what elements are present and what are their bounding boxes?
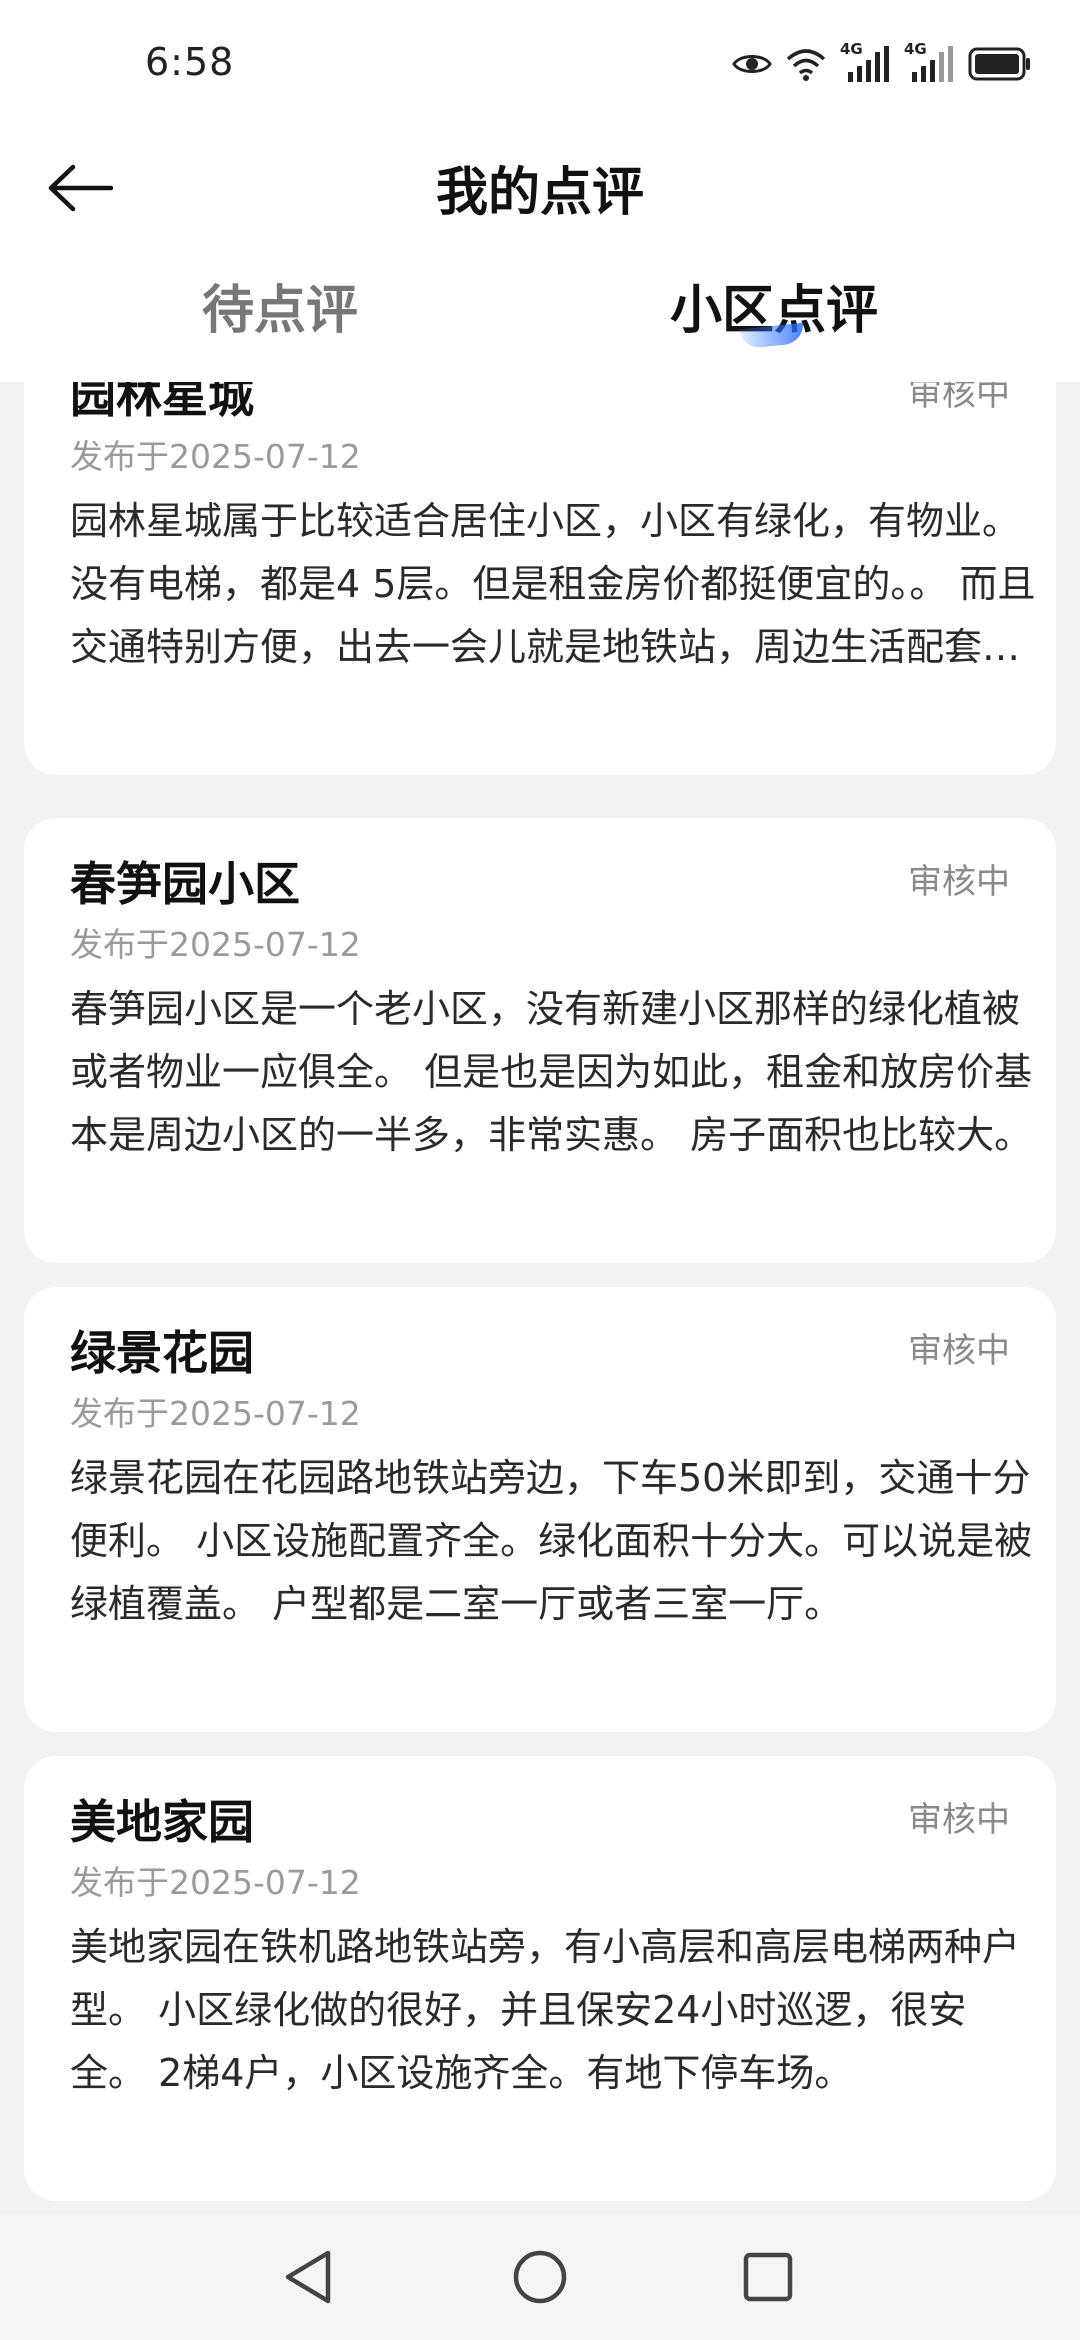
review-card[interactable]: 美地家园 审核中 发布于2025-07-12 美地家园在铁机路地铁站旁，有小高层…: [24, 1756, 1056, 2201]
app-header: 6:58 4G 4G 我的点评 待点评 小区点评: [0, 0, 1080, 382]
review-content: 绿景花园在花园路地铁站旁边，下车50米即到，交通十分便利。 小区设施配置齐全。绿…: [70, 1456, 1033, 1626]
status-time: 6:58: [145, 40, 235, 84]
publish-date: 发布于2025-07-12: [70, 437, 361, 476]
review-card[interactable]: 春笋园小区 审核中 发布于2025-07-12 春笋园小区是一个老小区，没有新建…: [24, 818, 1056, 1263]
status-icons: 4G 4G: [732, 40, 1032, 84]
battery-icon: [968, 47, 1032, 81]
signal-icon-sim1: 4G: [840, 40, 890, 82]
nav-recent-apps-button[interactable]: [728, 2237, 808, 2317]
network-type-label-1: 4G: [840, 40, 863, 58]
page-title: 我的点评: [435, 163, 644, 223]
signal-icon-sim2: 4G: [904, 40, 954, 82]
eye-icon: [732, 50, 772, 78]
status-bar: 6:58 4G 4G: [0, 0, 1080, 130]
community-name: 美地家园: [70, 1795, 254, 1849]
nav-bar: 我的点评: [0, 130, 1080, 240]
review-content: 美地家园在铁机路地铁站旁，有小高层和高层电梯两种户型。 小区绿化做的很好，并且保…: [70, 1925, 1021, 2095]
publish-date: 发布于2025-07-12: [70, 1394, 361, 1433]
circle-home-icon: [513, 2250, 567, 2304]
review-card[interactable]: 绿景花园 审核中 发布于2025-07-12 绿景花园在花园路地铁站旁边，下车5…: [24, 1287, 1056, 1732]
community-name: 绿景花园: [70, 1326, 254, 1380]
publish-date: 发布于2025-07-12: [70, 925, 361, 964]
publish-date: 发布于2025-07-12: [70, 1863, 361, 1902]
review-status: 审核中: [908, 862, 1010, 902]
nav-back-button[interactable]: [268, 2237, 348, 2317]
triangle-back-icon: [285, 2250, 331, 2304]
tab-pending-review[interactable]: 待点评: [10, 268, 550, 343]
wifi-icon: [786, 47, 826, 81]
review-tabs: 待点评 小区点评: [0, 268, 1080, 368]
review-status: 审核中: [908, 1331, 1010, 1371]
square-recents-icon: [743, 2252, 793, 2302]
system-navigation-bar: [0, 2215, 1080, 2340]
network-type-label-2: 4G: [904, 40, 927, 58]
nav-home-button[interactable]: [500, 2237, 580, 2317]
review-content: 春笋园小区是一个老小区，没有新建小区那样的绿化植被或者物业一应俱全。 但是也是因…: [70, 987, 1033, 1157]
review-status: 审核中: [908, 1800, 1010, 1840]
review-content: 园林星城属于比较适合居住小区，小区有绿化，有物业。 没有电梯，都是4 5层。但是…: [70, 499, 1036, 669]
review-card[interactable]: 园林星城 审核中 发布于2025-07-12 园林星城属于比较适合居住小区，小区…: [24, 330, 1056, 775]
community-name: 春笋园小区: [70, 857, 300, 911]
